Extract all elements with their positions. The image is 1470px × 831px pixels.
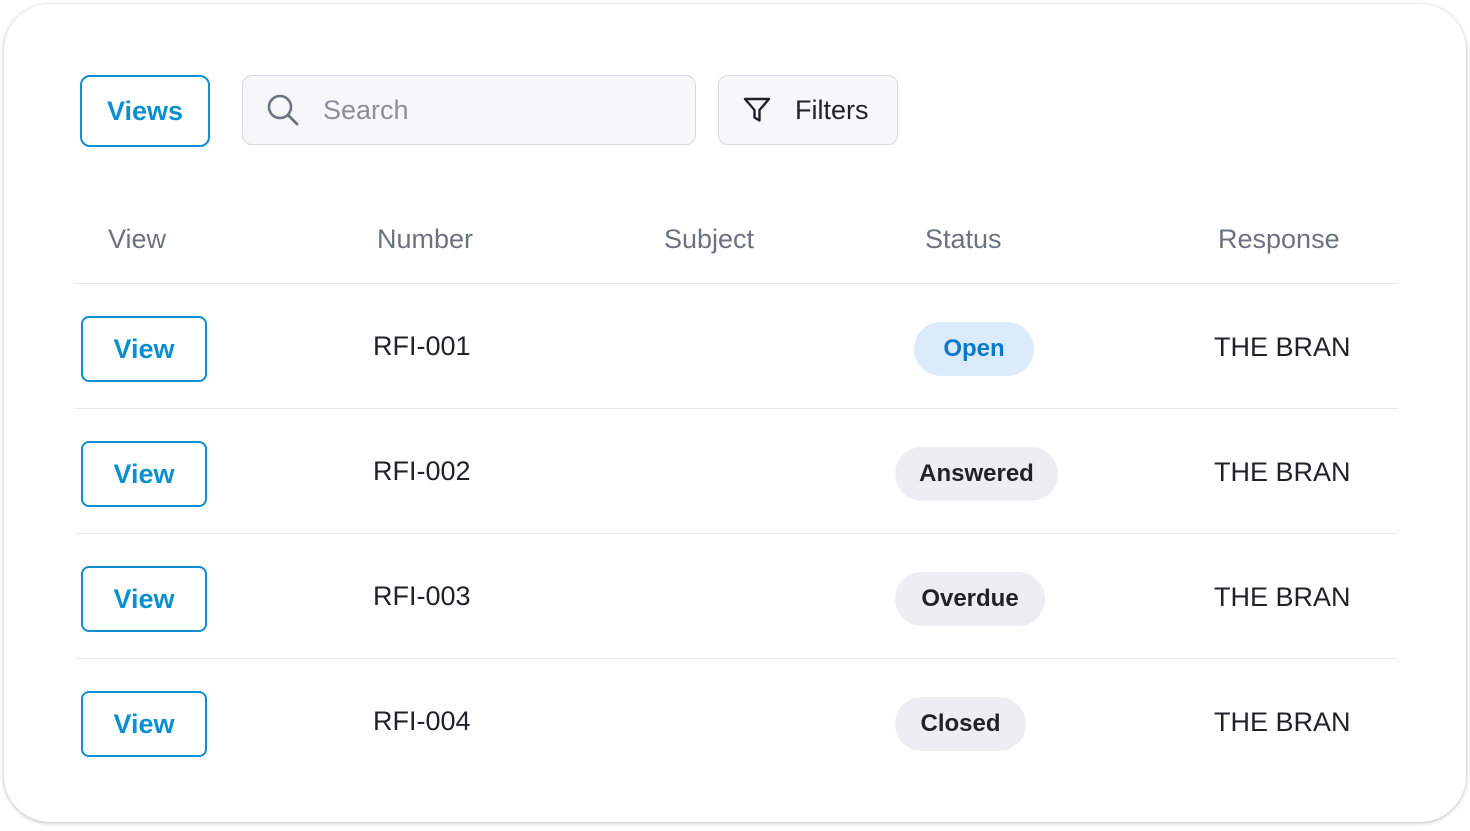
rfi-number: RFI-004 <box>373 706 471 736</box>
table-row: View RFI-002 Answered THE BRAN <box>75 409 1398 534</box>
search-input[interactable] <box>321 93 685 127</box>
response-text: THE BRAN <box>1214 332 1351 362</box>
rfi-panel: Views Filters View Number Subject <box>4 4 1466 822</box>
view-button[interactable]: View <box>81 316 207 382</box>
rfi-table: View Number Subject Status Response View… <box>75 194 1398 783</box>
view-button[interactable]: View <box>81 566 207 632</box>
column-header-number[interactable]: Number <box>377 224 473 255</box>
search-box[interactable] <box>242 75 696 145</box>
view-button[interactable]: View <box>81 691 207 757</box>
status-badge: Closed <box>895 697 1026 751</box>
rfi-number: RFI-002 <box>373 456 471 486</box>
filters-button[interactable]: Filters <box>718 75 898 145</box>
table-row: View RFI-001 Open THE BRAN <box>75 284 1398 409</box>
column-header-status[interactable]: Status <box>925 224 1002 255</box>
search-icon <box>265 92 301 128</box>
rfi-number: RFI-003 <box>373 581 471 611</box>
rfi-number: RFI-001 <box>373 331 471 361</box>
status-badge: Overdue <box>895 572 1045 626</box>
response-text: THE BRAN <box>1214 582 1351 612</box>
column-header-response[interactable]: Response <box>1218 224 1340 255</box>
views-button[interactable]: Views <box>80 75 210 147</box>
response-text: THE BRAN <box>1214 707 1351 737</box>
status-badge: Answered <box>895 447 1058 501</box>
status-badge: Open <box>914 322 1034 376</box>
column-header-view[interactable]: View <box>108 224 166 255</box>
column-header-subject[interactable]: Subject <box>664 224 754 255</box>
filters-label: Filters <box>795 94 869 125</box>
view-button[interactable]: View <box>81 441 207 507</box>
table-row: View RFI-004 Closed THE BRAN <box>75 659 1398 783</box>
response-text: THE BRAN <box>1214 457 1351 487</box>
table-header: View Number Subject Status Response <box>75 194 1398 284</box>
filter-icon <box>743 95 773 125</box>
table-row: View RFI-003 Overdue THE BRAN <box>75 534 1398 659</box>
